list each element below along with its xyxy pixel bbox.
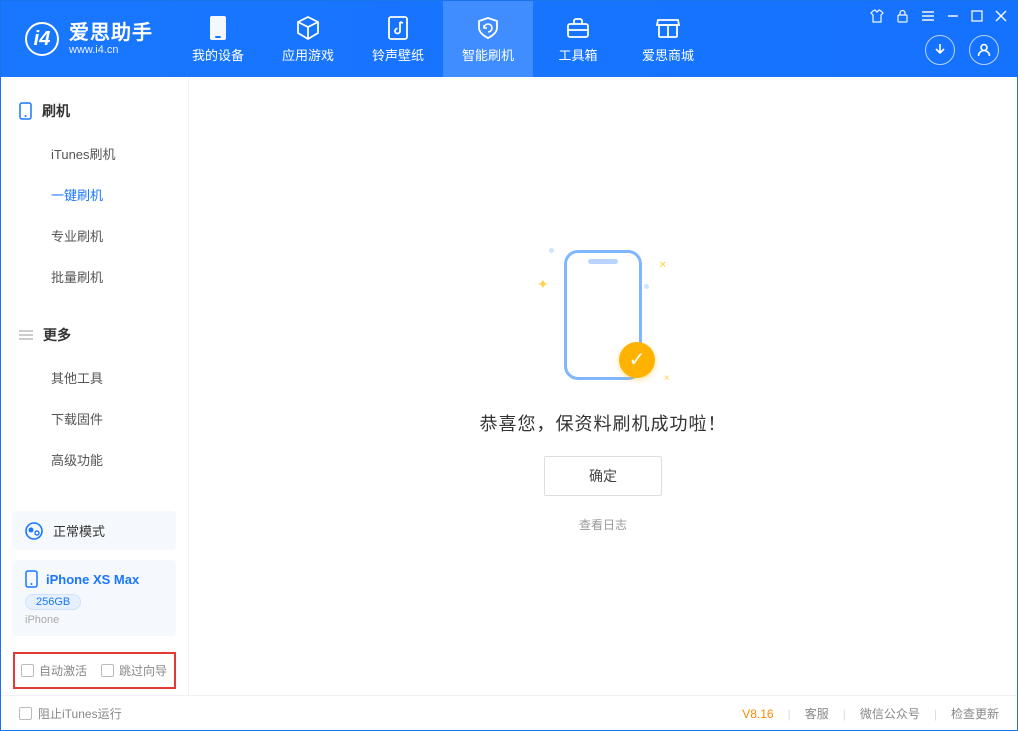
sidebar-item-download-firmware[interactable]: 下载固件 bbox=[1, 398, 188, 439]
close-icon[interactable] bbox=[995, 10, 1007, 22]
dot-icon bbox=[549, 248, 554, 253]
nav-label: 我的设备 bbox=[192, 45, 244, 64]
view-log-link[interactable]: 查看日志 bbox=[579, 516, 627, 533]
nav-smart-flash[interactable]: 智能刷机 bbox=[443, 1, 533, 77]
device-name: iPhone XS Max bbox=[46, 572, 139, 587]
section-title: 刷机 bbox=[42, 101, 70, 121]
sidebar-item-itunes-flash[interactable]: iTunes刷机 bbox=[1, 133, 188, 174]
checkbox-box bbox=[19, 707, 32, 720]
app-url: www.i4.cn bbox=[69, 44, 153, 56]
window-controls bbox=[870, 9, 1007, 23]
app-name: 爱思助手 bbox=[69, 22, 153, 44]
nav-label: 智能刷机 bbox=[462, 45, 514, 64]
sparkle-icon: + bbox=[659, 371, 672, 384]
device-phone-icon bbox=[25, 570, 38, 588]
checkbox-box bbox=[21, 664, 34, 677]
maximize-icon[interactable] bbox=[971, 10, 983, 22]
checkbox-label: 自动激活 bbox=[39, 662, 87, 679]
success-message: 恭喜您，保资料刷机成功啦！ bbox=[480, 410, 727, 436]
sidebar-section-more: 更多 其他工具 下载固件 高级功能 bbox=[1, 301, 188, 484]
checkbox-label: 跳过向导 bbox=[119, 662, 167, 679]
footer: 阻止iTunes运行 V8.16 | 客服 | 微信公众号 | 检查更新 bbox=[1, 695, 1017, 731]
version-label: V8.16 bbox=[742, 707, 773, 721]
sparkle-icon: ✦ bbox=[537, 276, 549, 293]
nav-store[interactable]: 爱思商城 bbox=[623, 1, 713, 77]
list-icon bbox=[19, 329, 33, 341]
footer-link-support[interactable]: 客服 bbox=[805, 705, 829, 722]
dot-icon bbox=[644, 284, 649, 289]
menu-icon[interactable] bbox=[921, 10, 935, 22]
sidebar-list-more: 其他工具 下载固件 高级功能 bbox=[1, 353, 188, 484]
music-note-icon bbox=[385, 15, 411, 41]
nav-label: 工具箱 bbox=[558, 45, 597, 64]
checkbox-auto-activate[interactable]: 自动激活 bbox=[21, 662, 87, 679]
nav-label: 铃声壁纸 bbox=[372, 45, 424, 64]
nav-label: 爱思商城 bbox=[642, 45, 694, 64]
body-area: 刷机 iTunes刷机 一键刷机 专业刷机 批量刷机 更多 其他工具 下载固件 … bbox=[1, 77, 1017, 695]
success-check-icon: ✓ bbox=[619, 342, 655, 378]
checkbox-skip-wizard[interactable]: 跳过向导 bbox=[101, 662, 167, 679]
checkbox-box bbox=[101, 664, 114, 677]
device-type: iPhone bbox=[25, 614, 164, 626]
sidebar: 刷机 iTunes刷机 一键刷机 专业刷机 批量刷机 更多 其他工具 下载固件 … bbox=[1, 77, 189, 695]
device-icon bbox=[205, 15, 231, 41]
nav-ringtone-wallpaper[interactable]: 铃声壁纸 bbox=[353, 1, 443, 77]
sidebar-item-other-tools[interactable]: 其他工具 bbox=[1, 357, 188, 398]
store-icon bbox=[655, 15, 681, 41]
success-illustration: ✦ + + ✓ bbox=[523, 240, 683, 390]
sidebar-list-flash: iTunes刷机 一键刷机 专业刷机 批量刷机 bbox=[1, 129, 188, 301]
footer-right: V8.16 | 客服 | 微信公众号 | 检查更新 bbox=[742, 705, 999, 722]
header-buttons bbox=[925, 35, 999, 65]
checkbox-label: 阻止iTunes运行 bbox=[38, 705, 122, 722]
cube-icon bbox=[295, 15, 321, 41]
options-row: 自动激活 跳过向导 bbox=[13, 652, 176, 689]
divider: | bbox=[788, 707, 791, 721]
sidebar-header-flash: 刷机 bbox=[1, 93, 188, 129]
status-box[interactable]: 正常模式 bbox=[13, 511, 176, 550]
confirm-button[interactable]: 确定 bbox=[544, 456, 662, 496]
top-nav: 我的设备 应用游戏 铃声壁纸 智能刷机 工具箱 爱思商城 bbox=[173, 1, 713, 77]
refresh-shield-icon bbox=[475, 15, 501, 41]
device-box[interactable]: iPhone XS Max 256GB iPhone bbox=[13, 560, 176, 636]
status-icon bbox=[25, 522, 43, 540]
lock-icon[interactable] bbox=[896, 9, 909, 23]
shirt-icon[interactable] bbox=[870, 9, 884, 23]
sidebar-item-oneclick-flash[interactable]: 一键刷机 bbox=[1, 174, 188, 215]
toolbox-icon bbox=[565, 15, 591, 41]
sidebar-section-flash: 刷机 iTunes刷机 一键刷机 专业刷机 批量刷机 bbox=[1, 77, 188, 301]
spacer bbox=[1, 484, 188, 505]
footer-link-update[interactable]: 检查更新 bbox=[951, 705, 999, 722]
nav-toolbox[interactable]: 工具箱 bbox=[533, 1, 623, 77]
main-content: ✦ + + ✓ 恭喜您，保资料刷机成功啦！ 确定 查看日志 bbox=[189, 77, 1017, 695]
logo-icon: i4 bbox=[25, 22, 59, 56]
sidebar-header-more: 更多 bbox=[1, 317, 188, 353]
sidebar-item-pro-flash[interactable]: 专业刷机 bbox=[1, 215, 188, 256]
minimize-icon[interactable] bbox=[947, 10, 959, 22]
user-button[interactable] bbox=[969, 35, 999, 65]
device-name-row: iPhone XS Max bbox=[25, 570, 164, 588]
logo-area: i4 爱思助手 www.i4.cn bbox=[1, 22, 173, 56]
sidebar-item-batch-flash[interactable]: 批量刷机 bbox=[1, 256, 188, 297]
device-storage: 256GB bbox=[25, 594, 81, 610]
nav-my-device[interactable]: 我的设备 bbox=[173, 1, 263, 77]
status-mode: 正常模式 bbox=[53, 521, 105, 540]
divider: | bbox=[934, 707, 937, 721]
logo-text: 爱思助手 www.i4.cn bbox=[69, 22, 153, 56]
nav-label: 应用游戏 bbox=[282, 45, 334, 64]
checkbox-block-itunes[interactable]: 阻止iTunes运行 bbox=[19, 705, 122, 722]
download-button[interactable] bbox=[925, 35, 955, 65]
footer-link-wechat[interactable]: 微信公众号 bbox=[860, 705, 920, 722]
section-title: 更多 bbox=[43, 325, 71, 345]
nav-apps-games[interactable]: 应用游戏 bbox=[263, 1, 353, 77]
sparkle-icon: + bbox=[654, 255, 671, 272]
header: i4 爱思助手 www.i4.cn 我的设备 应用游戏 铃声壁纸 智能刷机 工具… bbox=[1, 1, 1017, 77]
sidebar-item-advanced[interactable]: 高级功能 bbox=[1, 439, 188, 480]
phone-small-icon bbox=[19, 102, 32, 120]
divider: | bbox=[843, 707, 846, 721]
